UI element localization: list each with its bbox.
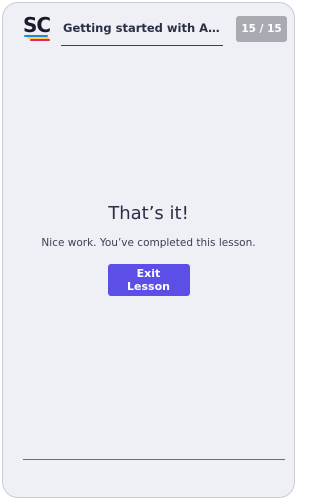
lesson-header: SC Getting started with Andro… 15 / 15 xyxy=(3,3,294,49)
logo-stripe-pink xyxy=(30,39,50,41)
completion-subtext: Nice work. You’ve completed this lesson. xyxy=(41,237,256,249)
logo-stripes xyxy=(24,35,50,41)
lesson-panel: SC Getting started with Andro… 15 / 15 T… xyxy=(2,2,295,498)
completion-heading: That’s it! xyxy=(108,203,189,224)
completion-message: That’s it! Nice work. You’ve completed t… xyxy=(3,203,294,296)
exit-lesson-button[interactable]: Exit Lesson xyxy=(107,264,190,296)
lesson-title: Getting started with Andro… xyxy=(63,21,227,35)
logo-text: SC xyxy=(23,13,51,37)
footer-divider xyxy=(23,459,285,460)
progress-badge: 15 / 15 xyxy=(236,16,287,42)
title-underline xyxy=(61,45,223,46)
app-logo: SC xyxy=(23,13,53,42)
